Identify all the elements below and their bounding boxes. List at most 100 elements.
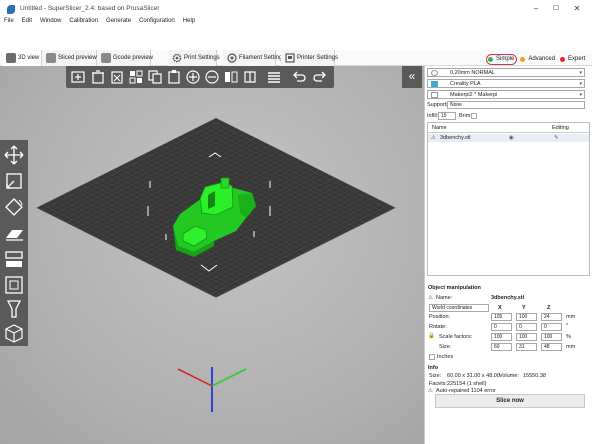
maximize-button[interactable]: ☐ [550, 3, 562, 14]
infill-select[interactable]: 15 [438, 112, 456, 120]
menu-bar: File Edit Window Calibration Generate Co… [0, 16, 199, 26]
menu-generate[interactable]: Generate [102, 16, 135, 26]
name-label: Name: [436, 295, 453, 301]
mode-expert[interactable]: Expert [559, 55, 587, 64]
window-title: Untitled - SuperSlicer_2.4: based on Pru… [20, 5, 160, 12]
split-parts-icon[interactable] [242, 69, 258, 85]
object-list[interactable]: Name Editing ⚠ 3dbenchy.stl ◉ ✎ [427, 122, 590, 276]
info-size-value: 60.00 x 31.00 x 48.00 [447, 373, 500, 379]
title-bar: Untitled - SuperSlicer_2.4: based on Pru… [0, 0, 592, 32]
remove-instance-icon[interactable] [204, 69, 220, 85]
delete-icon[interactable] [90, 69, 106, 85]
rotate-unit: ° [566, 323, 569, 329]
coordinates-value: World coordinates [432, 305, 473, 311]
layers-icon [101, 53, 111, 63]
lock-icon[interactable]: 🔒 [428, 332, 435, 340]
size-x-input[interactable]: 60 [491, 343, 512, 351]
tab-label: Printer Settings [297, 55, 339, 61]
printer-icon [431, 92, 438, 98]
scale-icon[interactable] [3, 170, 25, 192]
tab-printer-settings[interactable]: Printer Settings [281, 50, 339, 66]
scale-y-input[interactable]: 100 [516, 333, 537, 341]
collapse-sidebar-button[interactable]: « [402, 66, 422, 88]
col-name-header: Name [432, 125, 447, 131]
slice-now-button[interactable]: Slice now [435, 394, 585, 408]
move-icon[interactable] [3, 144, 25, 166]
supports-select[interactable]: None [447, 101, 585, 109]
tab-sliced-preview[interactable]: Sliced preview [42, 50, 97, 66]
menu-file[interactable]: File [0, 16, 18, 26]
gizmo-toolbar [0, 140, 28, 346]
menu-edit[interactable]: Edit [18, 16, 36, 26]
support-points-icon[interactable] [3, 298, 25, 320]
minimize-button[interactable]: – [530, 3, 542, 14]
redo-icon[interactable] [312, 69, 328, 85]
split-objects-icon[interactable] [223, 69, 239, 85]
scale-z-input[interactable]: 100 [541, 333, 562, 341]
size-label: Size: [439, 344, 452, 350]
menu-calibration[interactable]: Calibration [65, 16, 102, 26]
printer-preset-value: Makerpi2 * Makerpi [450, 92, 498, 98]
tab-print-settings[interactable]: Print Settings [168, 50, 220, 66]
mode-advanced[interactable]: Advanced [519, 55, 557, 64]
menu-window[interactable]: Window [36, 16, 65, 26]
tab-label: 3D view [18, 55, 40, 61]
warning-icon: ⚠ [431, 135, 436, 141]
position-y-input[interactable]: 100 [516, 313, 537, 321]
rotate-icon[interactable] [3, 196, 25, 218]
undo-icon[interactable] [291, 69, 307, 85]
mode-selector: Simple Advanced Expert [486, 54, 589, 65]
place-on-face-icon[interactable] [3, 222, 25, 244]
brim-checkbox[interactable] [471, 113, 477, 119]
3d-viewport[interactable]: « [0, 66, 424, 444]
cut-icon[interactable] [3, 248, 25, 270]
size-z-input[interactable]: 48 [541, 343, 562, 351]
scale-unit: % [566, 334, 571, 340]
tab-filament-settings[interactable]: Filament Settings [223, 50, 285, 66]
seam-cube-icon[interactable] [3, 322, 25, 344]
tab-3d-view[interactable]: 3D view [2, 50, 42, 66]
inches-checkbox[interactable] [429, 354, 435, 360]
coordinates-select[interactable]: World coordinates [429, 304, 489, 312]
arrange-icon[interactable] [128, 69, 144, 85]
position-z-input[interactable]: 24 [541, 313, 562, 321]
table-row[interactable]: ⚠ 3dbenchy.stl ◉ ✎ [428, 134, 589, 142]
close-button[interactable]: ✕ [571, 3, 583, 14]
object-list-header: Name Editing [428, 123, 589, 133]
tab-label: Filament Settings [239, 55, 286, 61]
size-y-input[interactable]: 31 [516, 343, 537, 351]
x-axis-label: X [498, 305, 502, 311]
print-preset-select[interactable]: 0.20mm NORMAL ▾ [427, 68, 585, 77]
tab-gcode-preview[interactable]: Gcode preview [97, 50, 154, 66]
mode-label: Advanced [528, 56, 556, 62]
mode-simple[interactable]: Simple [486, 54, 518, 65]
scale-label: Scale factors: [439, 334, 473, 340]
printer-preset-select[interactable]: Makerpi2 * Makerpi ▾ [427, 90, 585, 99]
menu-help[interactable]: Help [179, 16, 199, 26]
info-volume-value: 15550.38 [523, 373, 546, 379]
scale-x-input[interactable]: 100 [491, 333, 512, 341]
layers-editing-icon[interactable] [266, 69, 282, 85]
rotate-y-input[interactable]: 0 [516, 323, 537, 331]
rotate-x-input[interactable]: 0 [491, 323, 512, 331]
filament-preset-select[interactable]: Creality PLA ▾ [427, 79, 585, 88]
paste-icon[interactable] [166, 69, 182, 85]
inches-label: Inches [437, 354, 454, 360]
chevron-down-icon: ▾ [579, 70, 582, 76]
add-object-icon[interactable] [70, 69, 86, 85]
hollow-icon[interactable] [3, 274, 25, 296]
copy-icon[interactable] [147, 69, 163, 85]
object-name: 3dbenchy.stl [440, 135, 471, 141]
position-x-input[interactable]: 105 [491, 313, 512, 321]
delete-all-icon[interactable] [109, 69, 125, 85]
eye-icon[interactable]: ◉ [509, 134, 514, 142]
add-instance-icon[interactable] [185, 69, 201, 85]
z-axis-label: Z [547, 305, 551, 311]
rotate-z-input[interactable]: 0 [541, 323, 562, 331]
filament-color-swatch [431, 81, 438, 87]
edit-icon[interactable]: ✎ [554, 134, 559, 142]
layers-icon [46, 53, 56, 63]
mode-dot-icon [488, 57, 493, 62]
tab-label: Gcode preview [113, 55, 154, 61]
menu-configuration[interactable]: Configuration [135, 16, 179, 26]
